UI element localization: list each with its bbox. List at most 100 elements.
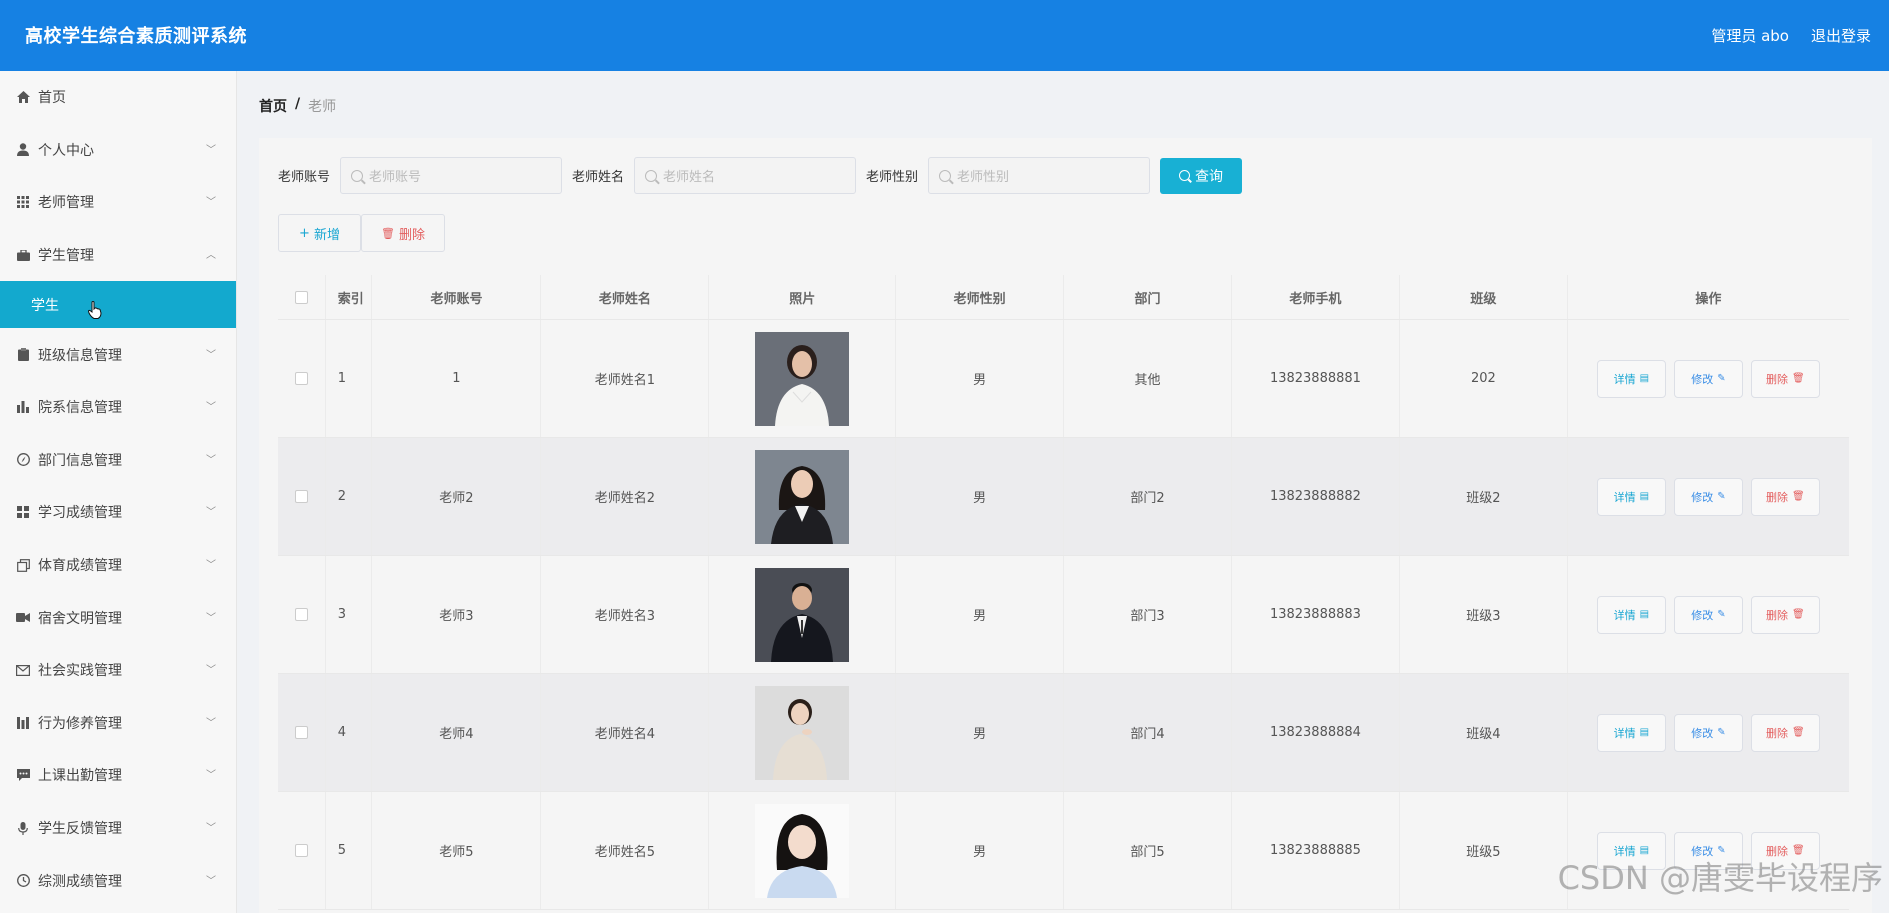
row-checkbox-cell xyxy=(278,438,326,555)
delete-button[interactable]: 删除 🗑 xyxy=(1750,359,1820,398)
row-checkbox[interactable] xyxy=(294,608,308,621)
sidebar-item-department[interactable]: 部门信息管理 ﹀ xyxy=(0,434,236,487)
account-placeholder: 老师账号 xyxy=(369,170,422,185)
sidebar-subitem-student[interactable]: 学生 xyxy=(0,281,236,329)
sidebar-item-personal[interactable]: 个人中心 ﹀ xyxy=(0,124,236,177)
table-row[interactable]: 4 老师4 老师姓名4 男 部门4 13823888884 班级4 详情 ▤ 修改… xyxy=(278,674,1849,792)
cell-operations: 详情 ▤ 修改 ✎ 删除 🗑 xyxy=(1568,438,1849,555)
cell-gender: 男 xyxy=(896,556,1065,673)
admin-user[interactable]: 管理员 abo xyxy=(1711,25,1789,46)
delete-label: 删除 xyxy=(398,227,425,243)
sidebar-item-feedback[interactable]: 学生反馈管理 ﹀ xyxy=(0,802,236,855)
document-icon: ▤ xyxy=(1639,609,1650,620)
header-class: 班级 xyxy=(1400,275,1568,319)
edit-label: 修改 xyxy=(1691,372,1714,386)
sidebar-item-home[interactable]: 首页 xyxy=(0,71,236,124)
cell-account: 老师5 xyxy=(372,792,542,909)
edit-button[interactable]: 修改 ✎ xyxy=(1673,359,1743,398)
header-gender: 老师性别 xyxy=(896,275,1065,319)
header-phone: 老师手机 xyxy=(1232,275,1400,319)
teacher-photo xyxy=(755,449,850,544)
edit-button[interactable]: 修改 ✎ xyxy=(1673,477,1743,516)
sidebar-subitem-label: 学生 xyxy=(31,297,59,314)
detail-button[interactable]: 详情 ▤ xyxy=(1596,359,1666,398)
logout-button[interactable]: 退出登录 xyxy=(1811,25,1871,46)
cell-photo xyxy=(709,556,897,673)
delete-button[interactable]: 删除 🗑 xyxy=(1750,595,1820,634)
detail-button[interactable]: 详情 ▤ xyxy=(1596,477,1666,516)
delete-button[interactable]: 删除 🗑 xyxy=(1750,477,1820,516)
chevron-down-icon: ﹀ xyxy=(206,770,216,782)
edit-label: 修改 xyxy=(1691,608,1714,622)
cell-phone: 13823888884 xyxy=(1232,674,1400,791)
sidebar-item-attendance[interactable]: 上课出勤管理 ﹀ xyxy=(0,749,236,802)
batch-delete-button[interactable]: 🗑 删除 xyxy=(361,214,445,252)
name-search-input[interactable]: 老师姓名 xyxy=(634,157,857,194)
cell-gender: 男 xyxy=(896,438,1065,555)
cell-name: 老师姓名3 xyxy=(541,556,710,673)
sidebar-item-teacher[interactable]: 老师管理 ﹀ xyxy=(0,176,236,229)
sidebar-item-behavior[interactable]: 行为修养管理 ﹀ xyxy=(0,697,236,750)
sidebar-item-overall-score[interactable]: 综测成绩管理 ﹀ xyxy=(0,854,236,907)
add-button[interactable]: + 新增 xyxy=(278,214,361,252)
row-checkbox[interactable] xyxy=(294,490,308,503)
row-checkbox[interactable] xyxy=(294,372,308,385)
cell-index: 5 xyxy=(326,792,373,909)
sidebar-item-student[interactable]: 学生管理 ︿ xyxy=(0,229,236,282)
gender-search-input[interactable]: 老师性别 xyxy=(928,157,1151,194)
chevron-down-icon: ﹀ xyxy=(206,454,216,466)
cell-class: 班级4 xyxy=(1400,674,1568,791)
table-row[interactable]: 2 老师2 老师姓名2 男 部门2 13823888882 班级2 详情 ▤ 修改… xyxy=(278,438,1849,556)
cell-account: 老师3 xyxy=(372,556,542,673)
sidebar-item-faculty[interactable]: 院系信息管理 ﹀ xyxy=(0,381,236,434)
pencil-icon: ✎ xyxy=(1717,373,1726,384)
cell-name: 老师姓名4 xyxy=(541,674,710,791)
cell-class: 202 xyxy=(1400,320,1568,437)
trash-icon: 🗑 xyxy=(381,226,395,240)
query-button[interactable]: 查询 xyxy=(1160,157,1243,194)
detail-label: 详情 xyxy=(1613,490,1636,504)
edit-button[interactable]: 修改 ✎ xyxy=(1673,595,1743,634)
teacher-photo xyxy=(755,803,850,898)
mail-icon xyxy=(16,663,30,677)
breadcrumb-separator: / xyxy=(295,96,301,112)
sidebar-item-pe-score[interactable]: 体育成绩管理 ﹀ xyxy=(0,539,236,592)
sidebar-item-label: 学生反馈管理 xyxy=(38,821,122,838)
cell-gender: 男 xyxy=(896,792,1065,909)
delete-button[interactable]: 删除 🗑 xyxy=(1750,713,1820,752)
sidebar-item-class[interactable]: 班级信息管理 ﹀ xyxy=(0,328,236,381)
detail-label: 详情 xyxy=(1613,726,1636,740)
gender-label: 老师性别 xyxy=(866,170,919,185)
cell-account: 老师2 xyxy=(372,438,542,555)
detail-button[interactable]: 详情 ▤ xyxy=(1596,713,1666,752)
name-label: 老师姓名 xyxy=(572,170,625,185)
sidebar-item-study-score[interactable]: 学习成绩管理 ﹀ xyxy=(0,486,236,539)
cell-account: 老师4 xyxy=(372,674,542,791)
cell-phone: 13823888882 xyxy=(1232,438,1400,555)
account-search-input[interactable]: 老师账号 xyxy=(340,157,563,194)
sidebar-item-label: 体育成绩管理 xyxy=(38,558,122,575)
sidebar-item-label: 综测成绩管理 xyxy=(38,873,122,890)
table-row[interactable]: 3 老师3 老师姓名3 男 部门3 13823888883 班级3 详情 ▤ 修改… xyxy=(278,556,1849,674)
search-icon xyxy=(645,169,658,182)
delete-label: 删除 xyxy=(1766,372,1789,386)
main-content: 首页 / 老师 老师账号 老师账号 老师姓名 老师姓名 老师性别 老师性别 查询… xyxy=(238,71,1889,913)
chevron-down-icon: ﹀ xyxy=(206,144,216,156)
teacher-photo xyxy=(755,567,850,662)
watermark: CSDN @唐雯毕设程序 xyxy=(1557,859,1883,897)
cell-operations: 详情 ▤ 修改 ✎ 删除 🗑 xyxy=(1568,320,1849,437)
sidebar-item-dorm[interactable]: 宿舍文明管理 ﹀ xyxy=(0,591,236,644)
table-row[interactable]: 1 1 老师姓名1 男 其他 13823888881 202 详情 ▤ 修改 ✎ 删… xyxy=(278,320,1849,438)
cell-photo xyxy=(709,438,897,555)
sidebar-item-label: 上课出勤管理 xyxy=(38,768,122,785)
mic-icon xyxy=(16,821,30,835)
row-checkbox[interactable] xyxy=(294,726,308,739)
row-checkbox[interactable] xyxy=(294,844,308,857)
edit-button[interactable]: 修改 ✎ xyxy=(1673,713,1743,752)
breadcrumb-home[interactable]: 首页 xyxy=(259,96,287,116)
clock-icon xyxy=(16,874,30,888)
sidebar-item-practice[interactable]: 社会实践管理 ﹀ xyxy=(0,644,236,697)
detail-button[interactable]: 详情 ▤ xyxy=(1596,595,1666,634)
search-bar: 老师账号 老师账号 老师姓名 老师姓名 老师性别 老师性别 查询 xyxy=(278,157,1243,194)
select-all-checkbox[interactable] xyxy=(294,290,308,304)
